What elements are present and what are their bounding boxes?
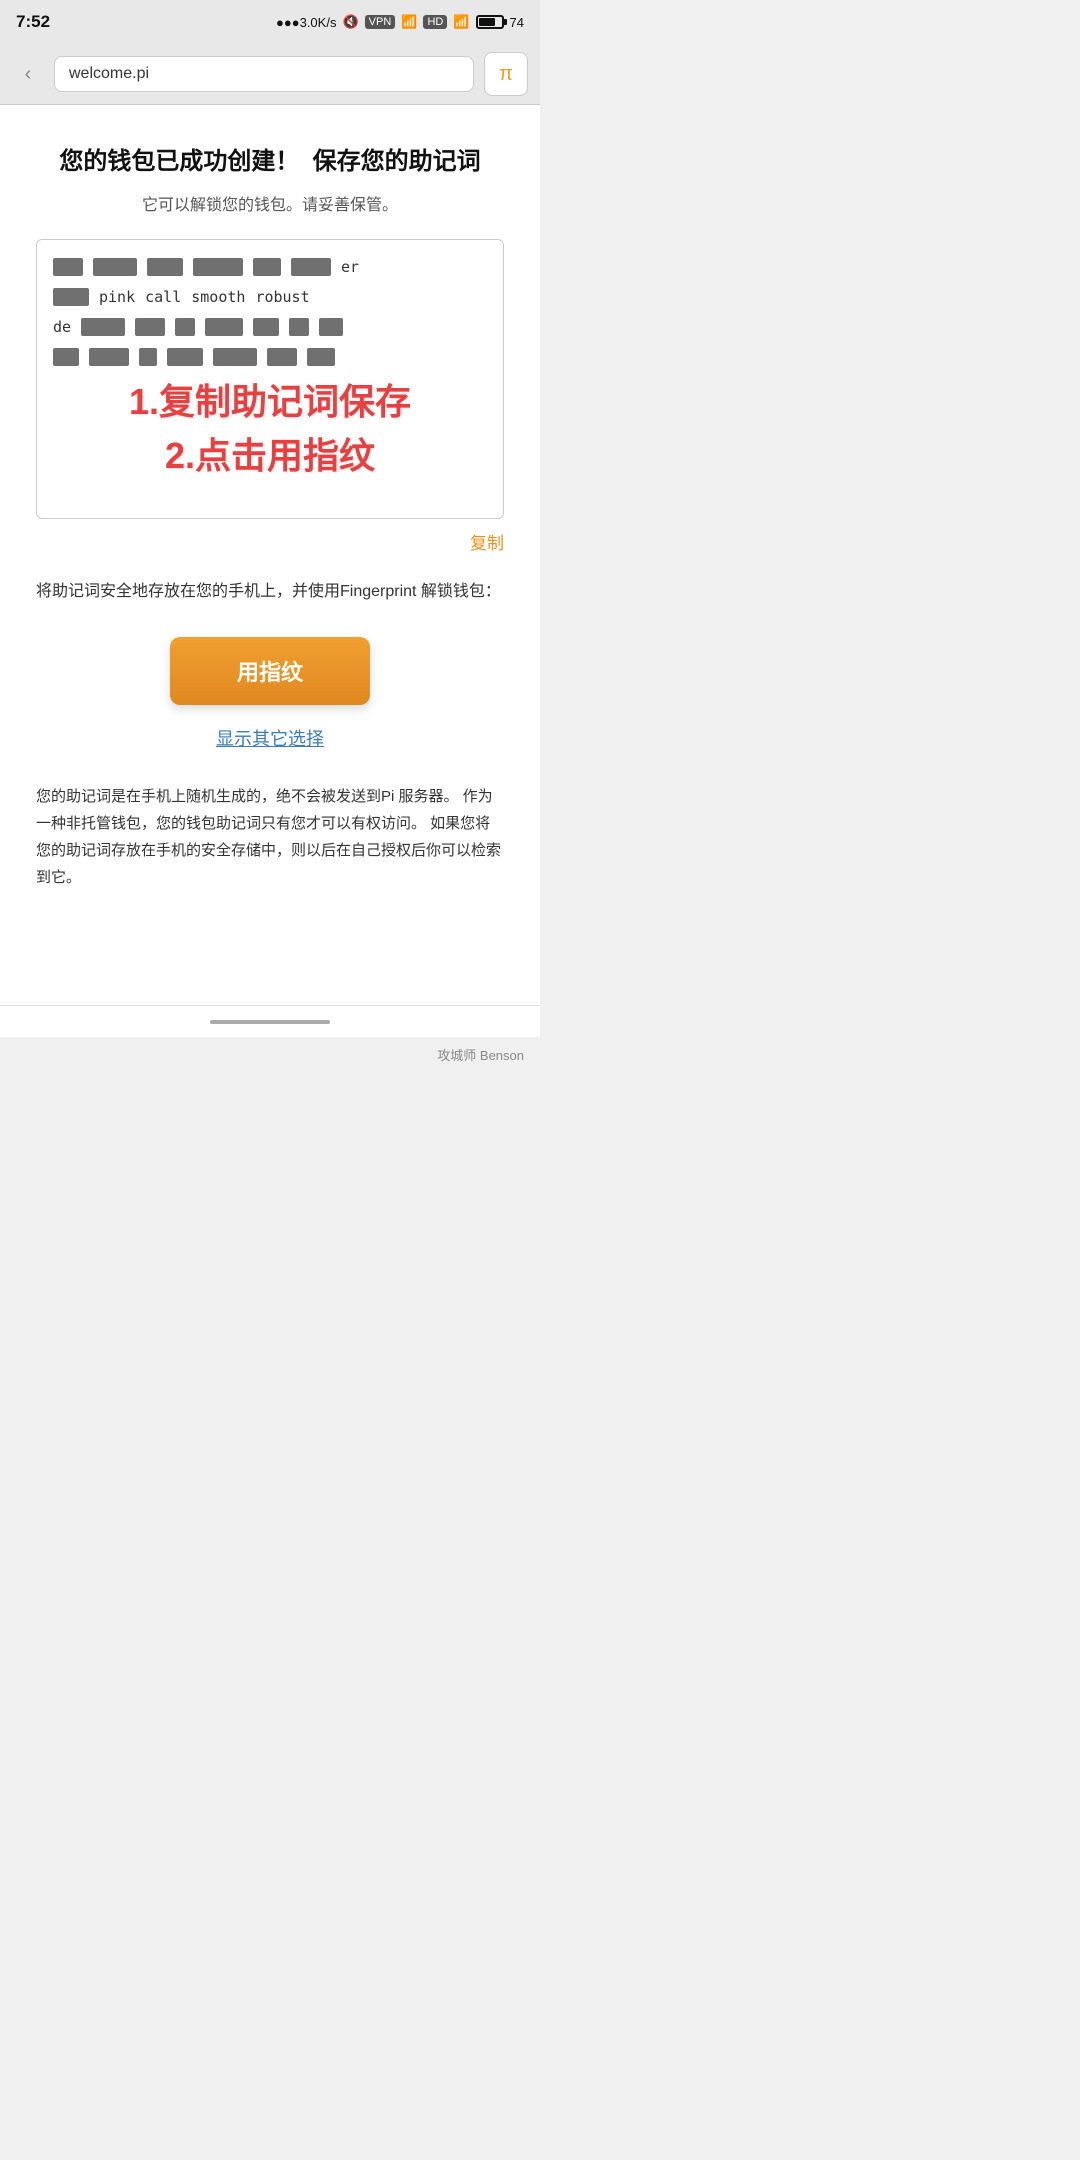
- fingerprint-button[interactable]: 用指纹: [170, 637, 370, 705]
- pi-logo-button[interactable]: π: [484, 52, 528, 96]
- mute-icon: 🔇: [342, 14, 358, 30]
- back-arrow-icon: ‹: [25, 63, 32, 86]
- address-text: welcome.pi: [69, 65, 149, 83]
- blurred-word: [193, 258, 243, 276]
- visible-word-call: call: [145, 288, 181, 306]
- mnemonic-row-3: de: [53, 318, 487, 336]
- signal-text: ●●●3.0K/s: [276, 15, 336, 30]
- mnemonic-box: er pink call smooth robust de: [36, 239, 504, 519]
- hd-badge: HD: [423, 15, 447, 29]
- page-title: 您的钱包已成功创建！ 保存您的助记词: [36, 145, 504, 179]
- back-button[interactable]: ‹: [12, 58, 44, 90]
- page-subtitle: 它可以解锁您的钱包。请妥善保管。: [36, 191, 504, 215]
- blurred-word: [319, 318, 343, 336]
- blurred-word: [53, 288, 89, 306]
- mnemonic-row-2: pink call smooth robust: [53, 288, 487, 306]
- page-content: 您的钱包已成功创建！ 保存您的助记词 它可以解锁您的钱包。请妥善保管。 er p…: [0, 105, 540, 1005]
- address-bar[interactable]: welcome.pi: [54, 56, 474, 92]
- signal-bars-2: 📶: [453, 14, 469, 30]
- blurred-word: [81, 318, 125, 336]
- blurred-word: [253, 258, 281, 276]
- instruction-line-2: 2.点击用指纹: [165, 429, 375, 483]
- visible-word-er: er: [341, 258, 359, 276]
- browser-chrome: ‹ welcome.pi π: [0, 44, 540, 105]
- battery-icon: [476, 15, 504, 29]
- visible-word-smooth: smooth: [191, 288, 245, 306]
- watermark-text: 攻城师 Benson: [437, 1048, 524, 1063]
- blurred-word: [53, 258, 83, 276]
- signal-bars: 📶: [401, 14, 417, 30]
- pi-symbol-icon: π: [499, 63, 513, 86]
- battery-percent: 74: [510, 15, 524, 30]
- bottom-bar: [0, 1005, 540, 1037]
- status-right: ●●●3.0K/s 🔇 VPN 📶 HD 📶 74: [276, 14, 524, 30]
- blurred-word: [93, 258, 137, 276]
- blurred-word: [291, 258, 331, 276]
- copy-link-container: 复制: [36, 529, 504, 554]
- status-bar: 7:52 ●●●3.0K/s 🔇 VPN 📶 HD 📶 74: [0, 0, 540, 44]
- visible-word-pink: pink: [99, 288, 135, 306]
- blurred-word: [175, 318, 195, 336]
- blurred-word: [289, 318, 309, 336]
- privacy-notice: 您的助记词是在手机上随机生成的，绝不会被发送到Pi 服务器。 作为一种非托管钱包…: [36, 783, 504, 891]
- fingerprint-description: 将助记词安全地存放在您的手机上，并使用Fingerprint 解锁钱包：: [36, 578, 504, 605]
- blurred-word: [147, 258, 183, 276]
- home-indicator: [210, 1020, 330, 1024]
- other-options-link[interactable]: 显示其它选择: [216, 729, 324, 749]
- watermark: 攻城师 Benson: [0, 1037, 540, 1068]
- instruction-line-1: 1.复制助记词保存: [129, 375, 411, 429]
- mnemonic-row-1: er: [53, 258, 487, 276]
- overlay-instructions: 1.复制助记词保存 2.点击用指纹: [37, 340, 503, 518]
- blurred-word: [135, 318, 165, 336]
- visible-word-de: de: [53, 318, 71, 336]
- copy-link[interactable]: 复制: [470, 534, 504, 553]
- blurred-word: [253, 318, 279, 336]
- other-options-container: 显示其它选择: [36, 725, 504, 751]
- blurred-word: [205, 318, 243, 336]
- vpn-badge: VPN: [365, 15, 396, 29]
- visible-word-robust: robust: [255, 288, 309, 306]
- status-time: 7:52: [16, 12, 50, 32]
